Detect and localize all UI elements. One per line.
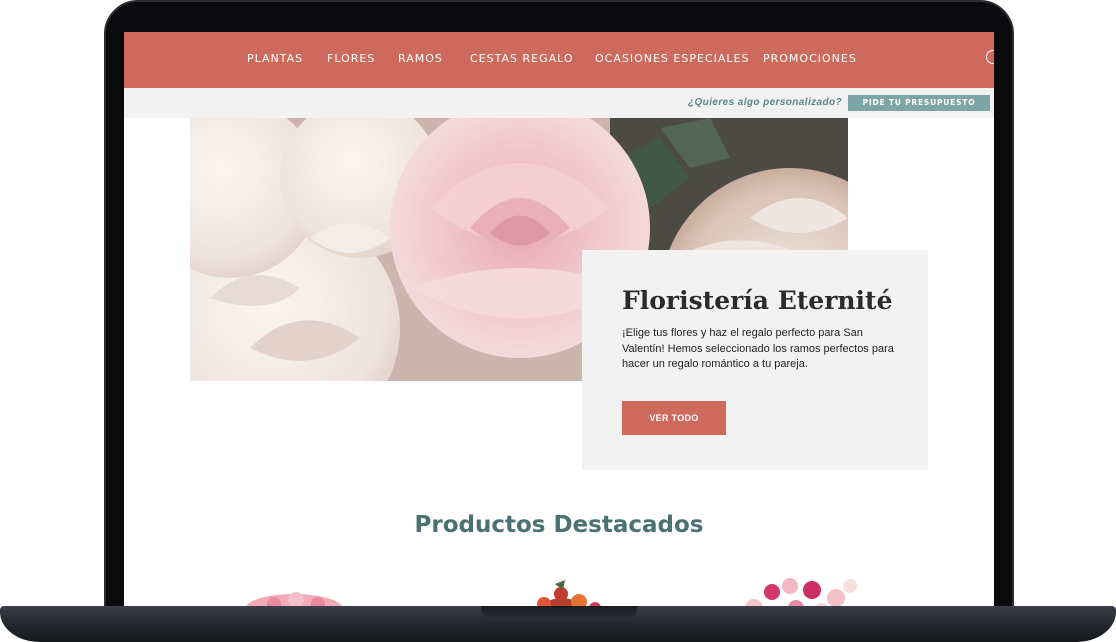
nav-item-promociones[interactable]: PROMOCIONES (763, 52, 857, 65)
laptop-notch (481, 606, 637, 620)
hero-card: Floristería Eternité ¡Elige tus flores y… (582, 250, 928, 470)
custom-order-question: ¿Quieres algo personalizado? (688, 97, 843, 108)
product-image-red-bouquet[interactable] (509, 578, 619, 608)
nav-item-ocasiones-especiales[interactable]: OCASIONES ESPECIALES (595, 52, 749, 65)
nav-item-ramos[interactable]: RAMOS (398, 52, 443, 65)
nav-item-flores[interactable]: FLORES (327, 52, 375, 65)
custom-order-bar: ¿Quieres algo personalizado? PIDE TU PRE… (124, 88, 994, 118)
request-quote-button[interactable]: PIDE TU PRESUPUESTO (848, 95, 990, 111)
hero-description: ¡Elige tus flores y haz el regalo perfec… (622, 327, 894, 370)
nav-item-cestas-regalo[interactable]: CESTAS REGALO (470, 52, 574, 65)
product-image-pink-bouquet[interactable] (234, 578, 364, 608)
view-all-button[interactable]: VER TODO (622, 401, 726, 435)
main-nav: PLANTAS FLORES RAMOS CESTAS REGALO OCASI… (124, 32, 994, 88)
nav-item-plantas[interactable]: PLANTAS (247, 52, 303, 65)
browser-screen: PLANTAS FLORES RAMOS CESTAS REGALO OCASI… (124, 32, 994, 608)
featured-products-title: Productos Destacados (414, 512, 704, 538)
product-image-pink-white-bouquet[interactable] (732, 578, 882, 608)
hero-title: Floristería Eternité (622, 286, 893, 315)
search-icon[interactable] (986, 50, 994, 64)
